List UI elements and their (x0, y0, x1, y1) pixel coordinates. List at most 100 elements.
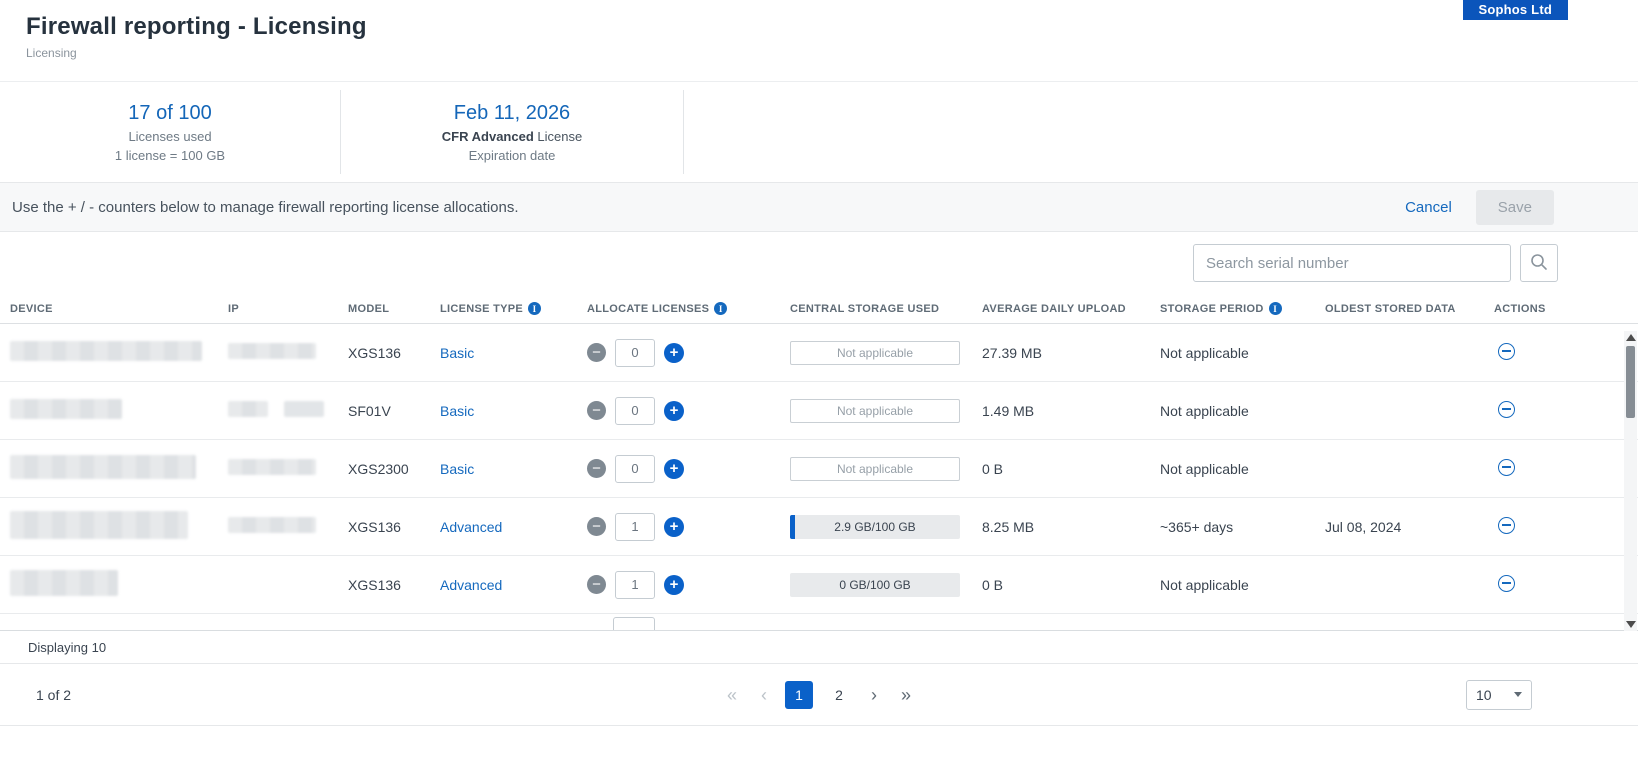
license-type-cell: Advanced (440, 519, 587, 535)
table-row: XGS136 Basic − + Not applicable 27.39 MB… (0, 324, 1638, 382)
allocate-input[interactable] (615, 339, 655, 367)
licenses-used-note: 1 license = 100 GB (0, 148, 340, 163)
actions-cell (1494, 401, 1564, 421)
redacted-device-name (10, 399, 122, 419)
search-button[interactable] (1520, 244, 1558, 282)
avg-daily-upload-cell: 27.39 MB (982, 345, 1160, 361)
license-type-cell: Basic (440, 461, 587, 477)
deallocate-license-button[interactable] (1498, 401, 1515, 421)
actions-cell (1494, 459, 1564, 479)
ip-cell (228, 401, 348, 420)
pagination-row: 1 of 2 « ‹ 12 › » 10 (0, 664, 1638, 726)
circled-minus-icon (1498, 401, 1515, 418)
increment-license-button[interactable]: + (664, 575, 684, 595)
scrollbar-thumb[interactable] (1626, 346, 1635, 418)
redacted-ip-address (228, 459, 316, 475)
minus-icon: − (592, 403, 601, 418)
table-row: XGS136 Advanced − + 0 GB/100 GB 0 B Not … (0, 556, 1638, 614)
deallocate-license-button[interactable] (1498, 575, 1515, 595)
increment-license-button[interactable]: + (664, 459, 684, 479)
scroll-up-icon[interactable] (1626, 334, 1636, 341)
expiration-license-name: CFR Advanced License (341, 129, 683, 144)
last-page-button[interactable]: » (895, 684, 917, 706)
allocate-input[interactable] (615, 455, 655, 483)
device-cell (10, 455, 228, 482)
decrement-license-button[interactable]: − (587, 459, 606, 478)
deallocate-license-button[interactable] (1498, 517, 1515, 537)
model-cell: XGS2300 (348, 461, 440, 477)
model-cell: XGS136 (348, 345, 440, 361)
stat-licenses-used: 17 of 100 Licenses used 1 license = 100 … (0, 102, 340, 163)
license-type-link[interactable]: Advanced (440, 577, 502, 593)
avg-daily-upload-cell: 1.49 MB (982, 403, 1160, 419)
license-type-link[interactable]: Basic (440, 345, 474, 361)
expiration-label: Expiration date (341, 148, 683, 163)
circled-minus-icon (1498, 575, 1515, 592)
license-type-link[interactable]: Basic (440, 403, 474, 419)
license-type-cell: Basic (440, 345, 587, 361)
column-header-storage-period: STORAGE PERIODi (1160, 302, 1325, 315)
actions-cell (1494, 517, 1564, 537)
decrement-license-button[interactable]: − (587, 343, 606, 362)
central-storage-cell: Not applicable (790, 399, 982, 423)
page-numbers: 12 (785, 681, 853, 709)
search-input[interactable] (1193, 244, 1511, 282)
allocate-licenses-cell: − + (587, 397, 790, 425)
model-cell: XGS136 (348, 519, 440, 535)
next-page-button[interactable]: › (865, 684, 883, 706)
displaying-row: Displaying 10 (0, 630, 1638, 664)
scroll-down-icon[interactable] (1626, 621, 1636, 628)
prev-page-button[interactable]: ‹ (755, 684, 773, 706)
page-button-1[interactable]: 1 (785, 681, 813, 709)
allocate-input[interactable] (615, 513, 655, 541)
save-button[interactable]: Save (1476, 190, 1554, 225)
license-type-link[interactable]: Advanced (440, 519, 502, 535)
column-header-device: DEVICE (10, 303, 228, 315)
column-header-ip: IP (228, 303, 348, 315)
minus-icon: − (592, 345, 601, 360)
info-icon[interactable]: i (528, 302, 541, 315)
license-table: DEVICEIPMODELLICENSE TYPEiALLOCATE LICEN… (0, 294, 1638, 630)
increment-license-button[interactable]: + (664, 401, 684, 421)
decrement-license-button[interactable]: − (587, 575, 606, 594)
storage-period-cell: ~365+ days (1160, 519, 1325, 535)
avg-daily-upload-cell: 8.25 MB (982, 519, 1160, 535)
table-row: XGS2300 Basic − + Not applicable 0 B Not… (0, 440, 1638, 498)
column-header-allocate-licenses: ALLOCATE LICENSESi (587, 302, 790, 315)
cancel-button[interactable]: Cancel (1405, 199, 1452, 216)
info-icon[interactable]: i (714, 302, 727, 315)
model-cell: SF01V (348, 403, 440, 419)
info-icon[interactable]: i (1269, 302, 1282, 315)
instruction-bar: Use the + / - counters below to manage f… (0, 182, 1638, 232)
redacted-device-name (10, 341, 202, 361)
storage-period-cell: Not applicable (1160, 577, 1325, 593)
actions-cell (1494, 343, 1564, 363)
increment-license-button[interactable]: + (664, 343, 684, 363)
allocate-input[interactable] (615, 397, 655, 425)
decrement-license-button[interactable]: − (587, 401, 606, 420)
table-row: SF01V Basic − + Not applicable 1.49 MB N… (0, 382, 1638, 440)
redacted-ip-address (228, 401, 268, 417)
deallocate-license-button[interactable] (1498, 343, 1515, 363)
page-size-value: 10 (1476, 687, 1492, 703)
allocate-licenses-cell: − + (587, 455, 790, 483)
allocate-licenses-cell: − + (587, 513, 790, 541)
first-page-button[interactable]: « (721, 684, 743, 706)
column-header-model: MODEL (348, 303, 440, 315)
page-size-select[interactable]: 10 (1466, 680, 1532, 710)
circled-minus-icon (1498, 517, 1515, 534)
allocate-input[interactable] (613, 617, 655, 630)
column-header-average-daily-upload: AVERAGE DAILY UPLOAD (982, 303, 1160, 315)
vertical-scrollbar[interactable] (1624, 331, 1637, 631)
increment-license-button[interactable]: + (664, 517, 684, 537)
allocate-input[interactable] (615, 571, 655, 599)
page-summary: 1 of 2 (36, 687, 71, 703)
license-type-link[interactable]: Basic (440, 461, 474, 477)
page-button-2[interactable]: 2 (825, 681, 853, 709)
expiration-date-value: Feb 11, 2026 (341, 102, 683, 125)
oldest-stored-data-cell: Jul 08, 2024 (1325, 519, 1494, 535)
deallocate-license-button[interactable] (1498, 459, 1515, 479)
decrement-license-button[interactable]: − (587, 517, 606, 536)
redacted-device-name (10, 570, 118, 596)
pagination: « ‹ 12 › » (721, 681, 917, 709)
